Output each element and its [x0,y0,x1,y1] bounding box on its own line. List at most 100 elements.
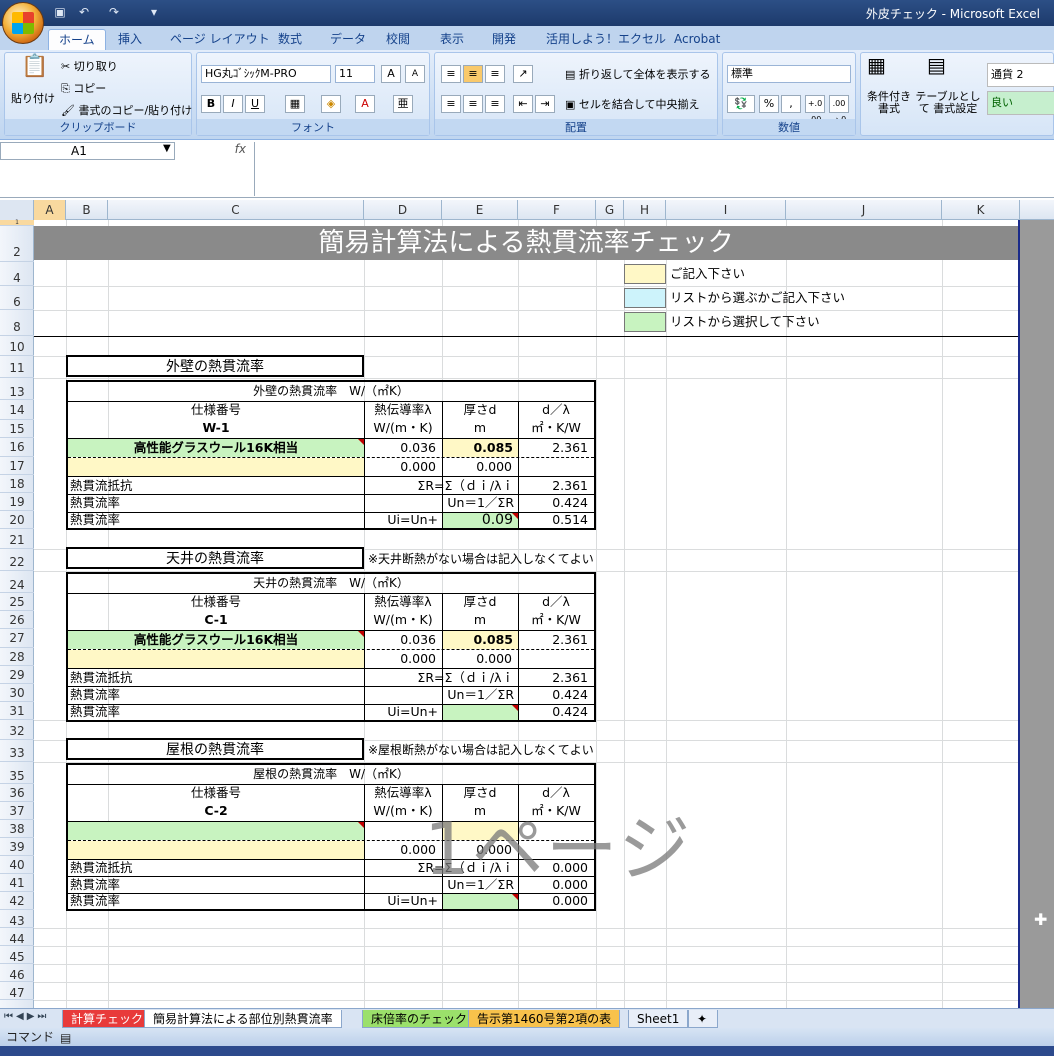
col-header-h[interactable]: H [624,200,666,220]
ui-add-select-cell[interactable] [443,894,518,909]
font-color-button[interactable]: A [355,95,375,113]
bold-button[interactable]: B [201,95,221,113]
format-painter-button[interactable]: 🖌 書式のコピー/貼り付け [61,103,192,119]
tab-formulas[interactable]: 数式 [268,29,312,50]
row-header[interactable]: 2 [0,226,34,262]
row-header[interactable]: 24 [0,571,34,593]
row-header[interactable]: 16 [0,438,34,457]
col-header-e[interactable]: E [442,200,518,220]
row-header[interactable]: 15 [0,420,34,438]
align-left-button[interactable]: ≡ [441,95,461,113]
row-header[interactable]: 37 [0,802,34,820]
sheet-tab-calc-check[interactable]: 計算チェック [62,1010,153,1028]
macro-record-icon[interactable]: ▤ [60,1029,71,1047]
row-header[interactable]: 31 [0,702,34,720]
tab-katsuyou[interactable]: 活用しよう！エクセル [536,29,676,50]
decrease-indent-button[interactable]: ⇤ [513,95,533,113]
comma-button[interactable]: , [781,95,801,113]
row-header[interactable]: 17 [0,457,34,475]
row-header[interactable]: 38 [0,820,34,838]
col-header-b[interactable]: B [66,200,108,220]
name-box-dropdown-icon[interactable]: ▼ [163,143,171,154]
style-currency2[interactable]: 通貨 2 [987,63,1054,87]
row-header[interactable]: 47 [0,982,34,1000]
material-select-cell[interactable]: 高性能グラスウール16K相当 [68,439,364,457]
row-header[interactable]: 33 [0,740,34,762]
row-header[interactable]: 35 [0,762,34,784]
office-button[interactable] [2,2,44,44]
row-header[interactable]: 43 [0,910,34,928]
row-header[interactable]: 32 [0,720,34,740]
row-header[interactable]: 8 [0,310,34,336]
cell-grid[interactable]: 簡易計算法による熱貫流率チェック ご記入下さい リストから選ぶかご記入下さい リ… [34,220,1018,1008]
col-header-d[interactable]: D [364,200,442,220]
align-center-button[interactable]: ≡ [463,95,483,113]
row-header[interactable]: 4 [0,262,34,286]
underline-button[interactable]: U [245,95,265,113]
row-header[interactable]: 29 [0,666,34,684]
ui-add-select-cell[interactable]: 0.09 [443,512,518,528]
italic-button[interactable]: I [223,95,243,113]
align-middle-button[interactable]: ≡ [463,65,483,83]
col-header-g[interactable]: G [596,200,624,220]
row-header[interactable]: 28 [0,648,34,666]
tab-scroll-buttons[interactable]: ⏮◀▶⏭ [4,1011,49,1022]
row-header[interactable]: 10 [0,336,34,356]
align-bottom-button[interactable]: ≡ [485,65,505,83]
format-as-table-button[interactable]: テーブルとして 書式設定 [915,91,981,115]
orientation-button[interactable]: ↗ [513,65,533,83]
phonetic-button[interactable]: 亜 [393,95,413,113]
align-top-button[interactable]: ≡ [441,65,461,83]
conditional-format-button[interactable]: 条件付き 書式 [863,91,915,115]
percent-button[interactable]: % [759,95,779,113]
row-header[interactable]: 40 [0,856,34,874]
save-icon[interactable]: ▣ [52,4,68,20]
sheet-tab-notice[interactable]: 告示第1460号第2項の表 [468,1010,621,1028]
tab-review[interactable]: 校閲 [376,29,420,50]
merge-center-button[interactable]: ▣ セルを結合して中央揃え [565,97,700,113]
row-header[interactable]: 27 [0,629,34,648]
material-input-cell[interactable] [68,841,364,859]
row-header[interactable]: 20 [0,511,34,529]
material-select-cell[interactable] [68,822,364,840]
tab-home[interactable]: ホーム [48,29,106,50]
row-header[interactable]: 25 [0,593,34,611]
sheet-tab-active[interactable]: 簡易計算法による部位別熱貫流率 [144,1010,342,1028]
increase-indent-button[interactable]: ⇥ [535,95,555,113]
increase-decimal-button[interactable]: +.0 .00 [805,95,825,124]
material-select-cell[interactable]: 高性能グラスウール16K相当 [68,631,364,649]
font-size-combo[interactable]: 11 [335,65,375,83]
row-header[interactable]: 13 [0,378,34,400]
sheet-tab-sheet1[interactable]: Sheet1 [628,1010,689,1028]
row-header[interactable]: 18 [0,475,34,493]
row-header[interactable]: 45 [0,946,34,964]
copy-button[interactable]: ⎘ コピー [61,81,106,97]
row-header[interactable]: 46 [0,964,34,982]
grow-font-button[interactable]: A [381,65,401,83]
name-box[interactable]: A1 [0,142,175,160]
tab-developer[interactable]: 開発 [482,29,526,50]
redo-icon[interactable]: ↷ [106,4,122,20]
currency-button[interactable]: 💱 [727,95,755,113]
align-right-button[interactable]: ≡ [485,95,505,113]
row-header[interactable]: 39 [0,838,34,856]
col-header-c[interactable]: C [108,200,364,220]
paste-button[interactable]: 貼り付け [11,91,55,107]
row-header[interactable]: 26 [0,611,34,629]
cut-button[interactable]: ✂ 切り取り [61,59,118,75]
col-header-a[interactable]: A [34,200,66,220]
row-header[interactable]: 11 [0,356,34,378]
font-name-combo[interactable]: HG丸ｺﾞｼｯｸM-PRO [201,65,331,83]
row-header[interactable]: 36 [0,784,34,802]
wrap-text-button[interactable]: ▤ 折り返して全体を表示する [565,67,711,83]
col-header-f[interactable]: F [518,200,596,220]
border-button[interactable]: ▦ [285,95,305,113]
customize-qat-icon[interactable]: ▾ [146,4,162,20]
thickness-input-cell[interactable]: 0.085 [443,631,518,649]
formula-input[interactable] [254,142,1054,196]
row-header[interactable]: 14 [0,400,34,420]
row-header[interactable]: 6 [0,286,34,310]
fx-button[interactable]: fx [178,142,254,160]
row-header[interactable]: 42 [0,892,34,910]
thickness-input-cell[interactable]: 0.085 [443,439,518,457]
